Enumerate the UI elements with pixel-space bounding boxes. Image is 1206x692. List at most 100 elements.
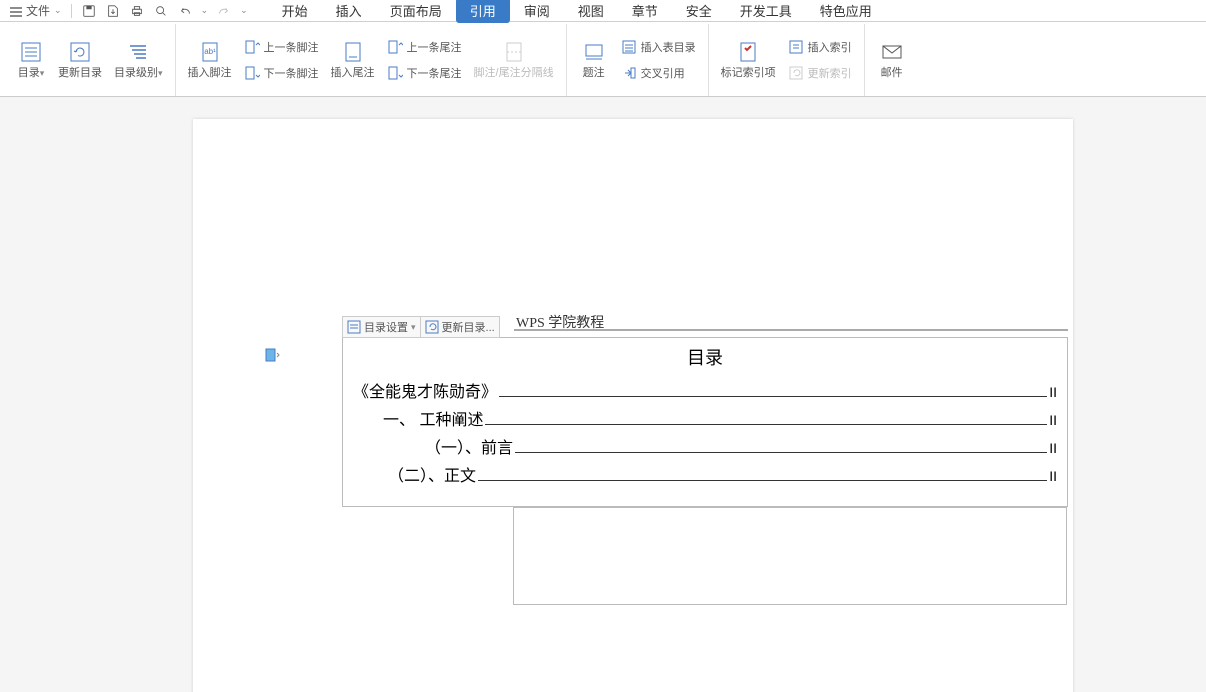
separator-label: 脚注/尾注分隔线 [474,67,554,80]
toc-entry[interactable]: 《全能鬼才陈勋奇》 II [353,378,1057,402]
prev-footnote-button[interactable]: 上一条脚注 [242,37,321,57]
undo-icon[interactable] [177,3,193,19]
toc-entry-page: II [1049,440,1057,456]
next-endnote-icon [387,65,403,81]
tab-layout[interactable]: 页面布局 [376,0,456,23]
toc-leader [478,480,1047,481]
toc-entry[interactable]: （二）、正文 II [353,462,1057,486]
toc-entry-text: 《全能鬼才陈勋奇》 [353,378,497,402]
toc-entry-text: 一、 工种阐述 [383,406,483,430]
workspace: WPS 学院教程 目录设置 ▾ 更新目录... 目录 《全能鬼才陈勋奇》 II … [0,97,1206,692]
update-index-button[interactable]: 更新索引 [786,63,854,83]
export-icon[interactable] [105,3,121,19]
ribbon: 目录▾ 更新目录 目录级别▾ ab¹ 插入脚注 上一条脚注 下一条脚注 [0,22,1206,97]
tab-chapter[interactable]: 章节 [618,0,672,23]
update-toc-icon [68,40,92,64]
caption-button[interactable]: 题注 [573,26,615,94]
toc-settings-button[interactable]: 目录设置 ▾ [343,317,421,337]
update-toc-button[interactable]: 更新目录 [52,26,108,94]
insert-footnote-button[interactable]: ab¹ 插入脚注 [182,26,238,94]
toc-icon [19,40,43,64]
toc-leader [485,424,1047,425]
toc-entry-page: II [1049,468,1057,484]
ribbon-group-mail: 邮件 [865,24,919,96]
toc-floating-toolbar: 目录设置 ▾ 更新目录... [342,316,500,338]
footnote-icon: ab¹ [198,40,222,64]
toc-entry[interactable]: 一、 工种阐述 II [353,406,1057,430]
toc-leader [515,452,1047,453]
tab-references[interactable]: 引用 [456,0,510,23]
insert-footnote-label: 插入脚注 [188,67,232,80]
separator-button[interactable]: 脚注/尾注分隔线 [468,26,560,94]
toc-label: 目录 [18,67,40,79]
file-label: 文件 [26,2,50,19]
next-footnote-icon [244,65,260,81]
chevron-down-icon[interactable]: ⌄ [201,5,209,16]
body-textbox[interactable] [513,507,1067,605]
tab-special[interactable]: 特色应用 [806,0,886,23]
insert-endnote-label: 插入尾注 [331,67,375,80]
tab-insert[interactable]: 插入 [322,0,376,23]
print-icon[interactable] [129,3,145,19]
next-footnote-button[interactable]: 下一条脚注 [242,63,321,83]
toc-entry-text: （一）、前言 [425,434,513,458]
mark-index-button[interactable]: 标记索引项 [715,26,782,94]
toc-level-button[interactable]: 目录级别▾ [108,26,169,94]
mail-button[interactable]: 邮件 [871,26,913,94]
separator-icon [502,40,526,64]
redo-icon[interactable] [216,3,232,19]
preview-icon[interactable] [153,3,169,19]
toc-level-label: 目录级别 [114,67,158,79]
tab-start[interactable]: 开始 [268,0,322,23]
insert-endnote-button[interactable]: 插入尾注 [325,26,381,94]
tab-devtools[interactable]: 开发工具 [726,0,806,23]
svg-text:ab¹: ab¹ [204,47,216,56]
insert-tof-label: 插入表目录 [641,39,696,55]
chevron-down-icon: ▾ [411,322,416,333]
tab-security[interactable]: 安全 [672,0,726,23]
hamburger-icon [10,6,22,16]
endnote-icon [341,40,365,64]
toc-field[interactable]: 目录 《全能鬼才陈勋奇》 II 一、 工种阐述 II （一）、前言 II （二）… [342,337,1068,507]
chevron-down-icon: ⌄ [54,5,62,16]
toc-update-button[interactable]: 更新目录... [421,317,499,337]
insert-tof-button[interactable]: 插入表目录 [619,37,698,57]
mail-label: 邮件 [881,67,903,80]
prev-endnote-label: 上一条尾注 [407,39,462,55]
chevron-down-icon[interactable]: ⌄ [240,5,248,16]
toc-entry-page: II [1049,384,1057,400]
tab-review[interactable]: 审阅 [510,0,564,23]
update-index-icon [788,65,804,81]
header-rule [514,329,1068,331]
ribbon-group-caption: 题注 插入表目录 交叉引用 [567,24,709,96]
menu-tabs: 开始 插入 页面布局 引用 审阅 视图 章节 安全 开发工具 特色应用 [268,0,886,23]
ribbon-group-index: 标记索引项 插入索引 更新索引 [709,24,865,96]
prev-footnote-icon [244,39,260,55]
insert-index-button[interactable]: 插入索引 [786,37,854,57]
next-footnote-label: 下一条脚注 [264,65,319,81]
toc-entry[interactable]: （一）、前言 II [353,434,1057,458]
tof-icon [621,39,637,55]
ribbon-group-toc: 目录▾ 更新目录 目录级别▾ [4,24,176,96]
prev-endnote-icon [387,39,403,55]
cross-ref-button[interactable]: 交叉引用 [619,63,698,83]
mark-index-icon [736,40,760,64]
insert-index-icon [788,39,804,55]
mark-index-label: 标记索引项 [721,67,776,80]
file-menu[interactable]: 文件 ⌄ [4,0,68,21]
page-options-icon[interactable] [264,347,280,363]
prev-endnote-button[interactable]: 上一条尾注 [385,37,464,57]
toc-entry-text: （二）、正文 [388,462,476,486]
toc-settings-label: 目录设置 [364,319,408,335]
save-icon[interactable] [81,3,97,19]
update-index-label: 更新索引 [808,65,852,81]
next-endnote-button[interactable]: 下一条尾注 [385,63,464,83]
tab-view[interactable]: 视图 [564,0,618,23]
menubar: 文件 ⌄ ⌄ ⌄ 开始 插入 页面布局 引用 审阅 视图 章节 安全 开发工具 … [0,0,1206,22]
toc-update-label: 更新目录... [442,319,495,335]
divider [71,4,72,18]
toc-leader [499,396,1047,397]
next-endnote-label: 下一条尾注 [407,65,462,81]
toc-button[interactable]: 目录▾ [10,26,52,94]
caption-icon [582,40,606,64]
